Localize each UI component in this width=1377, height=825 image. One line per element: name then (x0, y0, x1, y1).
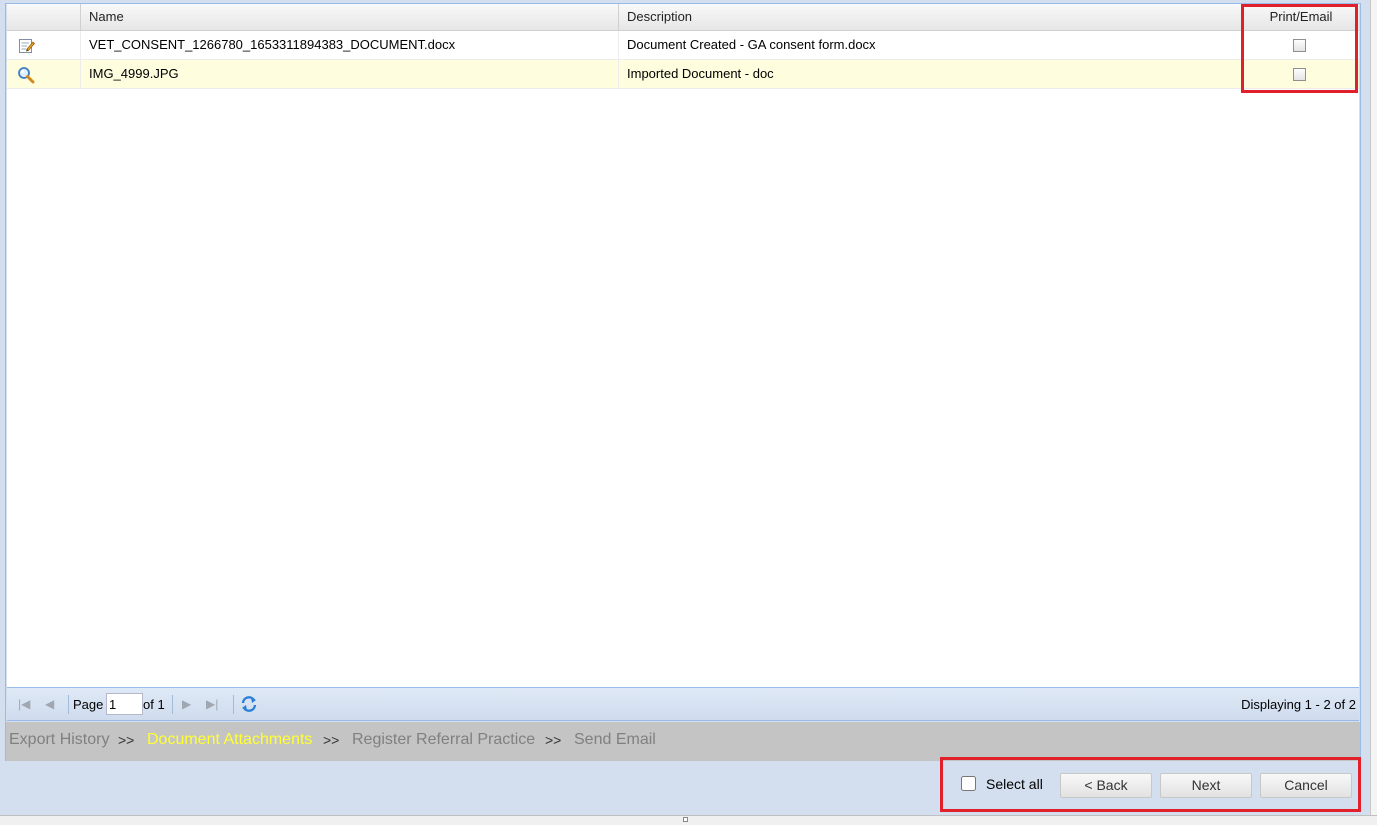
right-edge-strip (1370, 0, 1377, 815)
row-icon-cell (7, 60, 81, 88)
description-column-header[interactable]: Description (619, 4, 1243, 30)
edit-document-icon (19, 39, 35, 53)
row-icon-cell (7, 31, 81, 59)
footer-actions-highlight-box (940, 757, 1361, 812)
icon-column-header (7, 4, 81, 30)
display-info: Displaying 1 - 2 of 2 (1241, 697, 1356, 712)
breadcrumb-separator: >> (323, 732, 340, 748)
toolbar-separator (172, 695, 173, 714)
toolbar-separator (68, 695, 69, 714)
breadcrumb-separator: >> (118, 732, 135, 748)
toolbar-separator (233, 695, 234, 714)
last-page-icon[interactable]: ▶| (206, 697, 218, 711)
name-column-header[interactable]: Name (81, 4, 619, 30)
document-name: VET_CONSENT_1266780_1653311894383_DOCUME… (81, 31, 619, 59)
magnifier-icon (18, 67, 35, 84)
wizard-panel: Name Description Print/Email VET_CONSENT… (5, 3, 1361, 761)
breadcrumb-separator: >> (545, 732, 562, 748)
grid-header: Name Description Print/Email (7, 4, 1359, 31)
print-email-highlight-box (1241, 4, 1358, 93)
refresh-icon[interactable] (240, 695, 258, 713)
breadcrumb-step-document-attachments[interactable]: Document Attachments (147, 722, 312, 758)
documents-grid: Name Description Print/Email VET_CONSENT… (7, 4, 1359, 688)
breadcrumb-step-export-history[interactable]: Export History (9, 722, 109, 758)
next-page-icon[interactable]: ▶ (182, 697, 191, 711)
paging-toolbar: |◀ ◀ Page of 1 ▶ ▶| Displaying 1 - 2 of … (7, 688, 1359, 721)
breadcrumb-step-register-referral-practice[interactable]: Register Referral Practice (352, 722, 535, 758)
document-name: IMG_4999.JPG (81, 60, 619, 88)
page-label: Page (73, 697, 104, 712)
first-page-icon[interactable]: |◀ (18, 697, 30, 711)
document-description: Imported Document - doc (619, 60, 1243, 88)
breadcrumb-step-send-email[interactable]: Send Email (574, 722, 656, 758)
resize-handle[interactable] (683, 817, 688, 822)
table-row[interactable]: IMG_4999.JPG Imported Document - doc (7, 60, 1359, 89)
document-description: Document Created - GA consent form.docx (619, 31, 1243, 59)
page-count-label: of 1 (143, 697, 165, 712)
prev-page-icon[interactable]: ◀ (45, 697, 54, 711)
page-number-input[interactable] (106, 693, 143, 715)
bottom-border-strip (0, 815, 1377, 825)
wizard-breadcrumb: Export History >> Document Attachments >… (6, 722, 1360, 761)
table-row[interactable]: VET_CONSENT_1266780_1653311894383_DOCUME… (7, 31, 1359, 60)
